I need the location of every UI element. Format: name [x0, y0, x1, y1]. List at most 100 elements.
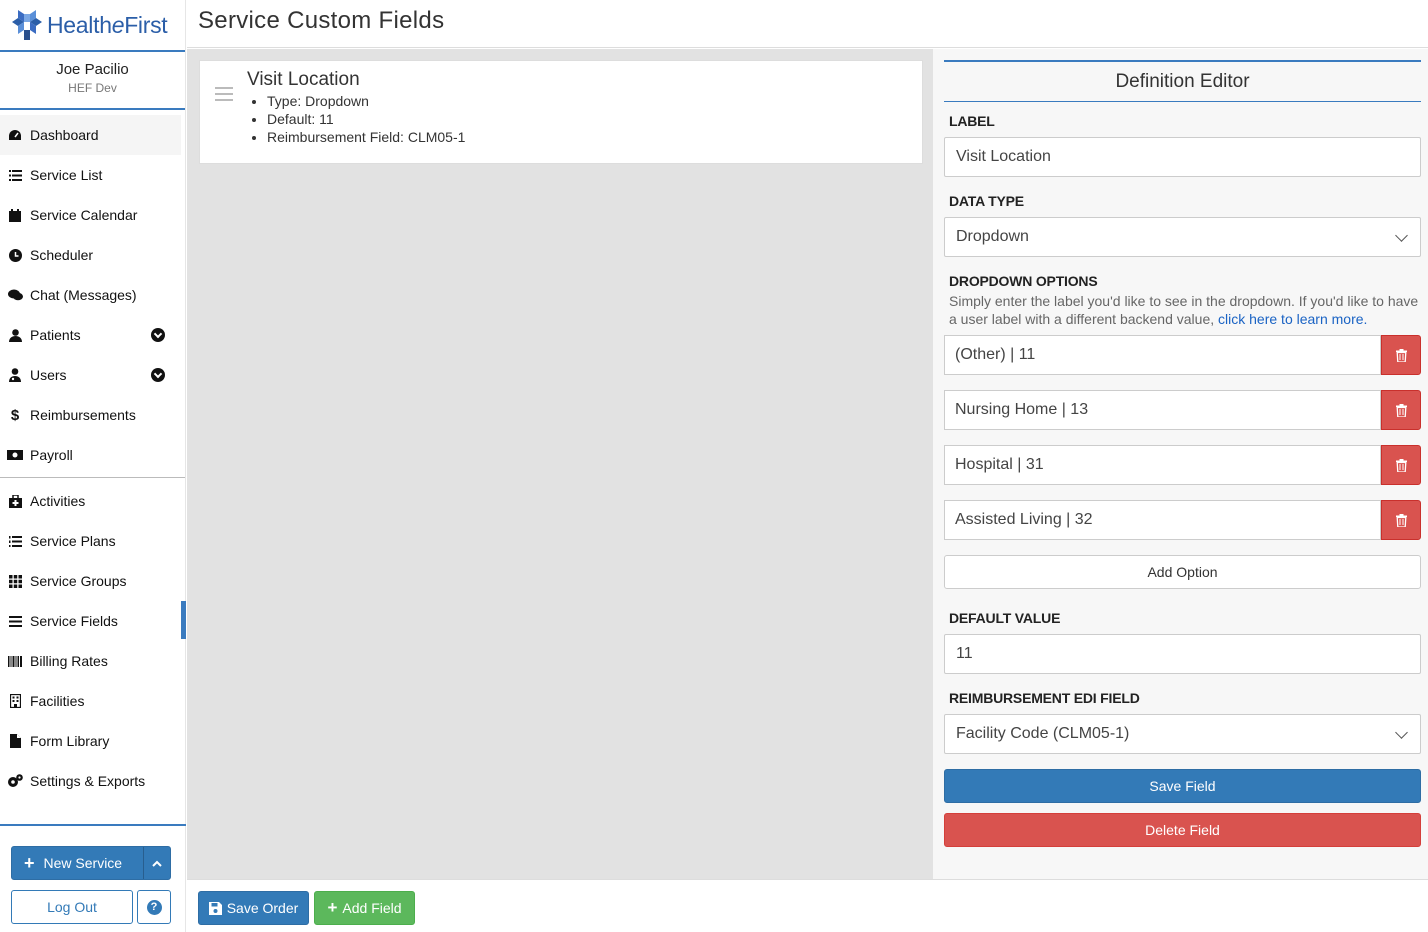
drag-handle-icon[interactable] [215, 87, 233, 101]
list-icon [7, 167, 23, 183]
field-reimbursement-detail: Reimbursement Field: CLM05-1 [267, 128, 465, 146]
grid-icon [7, 573, 23, 589]
calendar-icon [7, 207, 23, 223]
label-input[interactable]: Visit Location [944, 137, 1421, 177]
sidebar-item-reimbursements[interactable]: $ Reimbursements [0, 395, 185, 435]
save-order-label: Save Order [226, 900, 299, 916]
save-order-button[interactable]: Save Order [198, 891, 309, 925]
default-value-input[interactable]: 11 [944, 634, 1421, 674]
new-service-button[interactable]: + New Service [11, 846, 171, 880]
page-title: Service Custom Fields [198, 7, 445, 34]
save-field-button[interactable]: Save Field [944, 769, 1421, 803]
sidebar-item-label: Reimbursements [30, 407, 136, 423]
option-input[interactable]: (Other) | 11 [944, 335, 1381, 375]
new-service-dropdown-toggle[interactable] [143, 847, 170, 879]
sidebar-item-facilities[interactable]: Facilities [0, 681, 185, 721]
chevron-down-icon[interactable] [151, 368, 165, 382]
dropdown-options-heading: DROPDOWN OPTIONS [949, 273, 1098, 289]
delete-option-button[interactable] [1381, 390, 1421, 430]
sidebar-item-chat[interactable]: Chat (Messages) [0, 275, 185, 315]
sidebar-item-label: Facilities [30, 693, 85, 709]
tachometer-icon [7, 127, 23, 143]
option-row: (Other) | 11 [944, 335, 1421, 375]
building-icon [7, 693, 23, 709]
chevron-up-icon [152, 860, 162, 867]
sidebar-item-patients[interactable]: Patients [0, 315, 185, 355]
sidebar-item-billing-rates[interactable]: Billing Rates [0, 641, 185, 681]
user-md-icon [7, 367, 23, 383]
sidebar-item-settings-exports[interactable]: Settings & Exports [0, 761, 185, 801]
admin-nav: Activities Service Plans Service Groups … [0, 481, 186, 801]
data-type-value: Dropdown [956, 228, 1029, 245]
sidebar-item-label: Activities [30, 493, 86, 509]
trash-icon [1395, 348, 1407, 362]
floppy-disk-icon [208, 901, 222, 915]
sidebar-item-label: Service Calendar [30, 207, 138, 223]
sidebar-item-form-library[interactable]: Form Library [0, 721, 185, 761]
sidebar-item-users[interactable]: Users [0, 355, 185, 395]
sidebar-item-service-fields[interactable]: Service Fields [0, 601, 186, 641]
sidebar-item-label: Service Groups [30, 573, 127, 589]
field-default-detail: Default: 11 [267, 110, 465, 128]
label-input-value: Visit Location [956, 148, 1051, 165]
barcode-icon [7, 653, 23, 669]
bars-icon [7, 613, 23, 629]
plus-icon: + [327, 898, 338, 917]
sidebar-item-label: Patients [30, 327, 81, 343]
sidebar-item-label: Service Plans [30, 533, 116, 549]
nav-divider [0, 477, 185, 478]
data-type-select[interactable]: Dropdown [944, 217, 1421, 257]
data-type-heading: DATA TYPE [949, 193, 1024, 209]
brand-logo[interactable]: HealtheFirst [0, 0, 185, 52]
clock-icon [7, 247, 23, 263]
sidebar-item-service-groups[interactable]: Service Groups [0, 561, 185, 601]
logout-button[interactable]: Log Out [11, 890, 133, 924]
delete-option-button[interactable] [1381, 500, 1421, 540]
sidebar-item-service-plans[interactable]: Service Plans [0, 521, 185, 561]
learn-more-link[interactable]: click here to learn more. [1218, 311, 1367, 327]
dollar-icon: $ [10, 406, 20, 424]
sidebar-item-scheduler[interactable]: Scheduler [0, 235, 185, 275]
help-button[interactable]: ? [137, 890, 171, 924]
main-nav: Dashboard Service List Service Calendar … [0, 115, 185, 475]
sidebar-item-service-list[interactable]: Service List [0, 155, 185, 195]
sidebar-item-label: Users [30, 367, 67, 383]
delete-option-button[interactable] [1381, 335, 1421, 375]
sidebar-item-label: Service List [30, 167, 103, 183]
medkit-icon [7, 493, 23, 509]
brand-name: HealtheFirst [47, 11, 168, 38]
option-input[interactable]: Assisted Living | 32 [944, 500, 1381, 540]
delete-option-button[interactable] [1381, 445, 1421, 485]
sidebar-item-label: Chat (Messages) [30, 287, 137, 303]
sidebar-actions: + New Service Log Out ? [0, 824, 186, 932]
delete-field-button[interactable]: Delete Field [944, 813, 1421, 847]
option-row: Hospital | 31 [944, 445, 1421, 485]
sidebar-item-dashboard[interactable]: Dashboard [0, 115, 181, 155]
page-header: Service Custom Fields [187, 0, 1428, 48]
user-info: Joe Pacilio HEF Dev [0, 52, 185, 110]
trash-icon [1395, 513, 1407, 527]
sidebar-item-service-calendar[interactable]: Service Calendar [0, 195, 185, 235]
chevron-down-icon[interactable] [151, 328, 165, 342]
trash-icon [1395, 458, 1407, 472]
sidebar-item-label: Form Library [30, 733, 110, 749]
add-field-label: Add Field [342, 900, 402, 916]
option-input[interactable]: Nursing Home | 13 [944, 390, 1381, 430]
add-field-button[interactable]: + Add Field [314, 891, 415, 925]
sidebar-item-payroll[interactable]: Payroll [0, 435, 185, 475]
chevron-down-icon [1395, 726, 1408, 739]
option-input[interactable]: Hospital | 31 [944, 445, 1381, 485]
field-card-title: Visit Location [247, 69, 360, 90]
edi-field-select[interactable]: Facility Code (CLM05-1) [944, 714, 1421, 754]
question-icon: ? [146, 899, 162, 915]
field-card[interactable]: Visit Location Type: Dropdown Default: 1… [199, 60, 923, 164]
default-value-heading: DEFAULT VALUE [949, 610, 1061, 626]
editor-title: Definition Editor [944, 60, 1421, 102]
sidebar-item-activities[interactable]: Activities [0, 481, 185, 521]
dropdown-help-text: Simply enter the label you'd like to see… [949, 292, 1419, 328]
trash-icon [1395, 403, 1407, 417]
user-org: HEF Dev [68, 81, 117, 95]
logo-icon [10, 8, 44, 42]
sidebar-item-label: Scheduler [30, 247, 94, 263]
add-option-button[interactable]: Add Option [944, 555, 1421, 589]
